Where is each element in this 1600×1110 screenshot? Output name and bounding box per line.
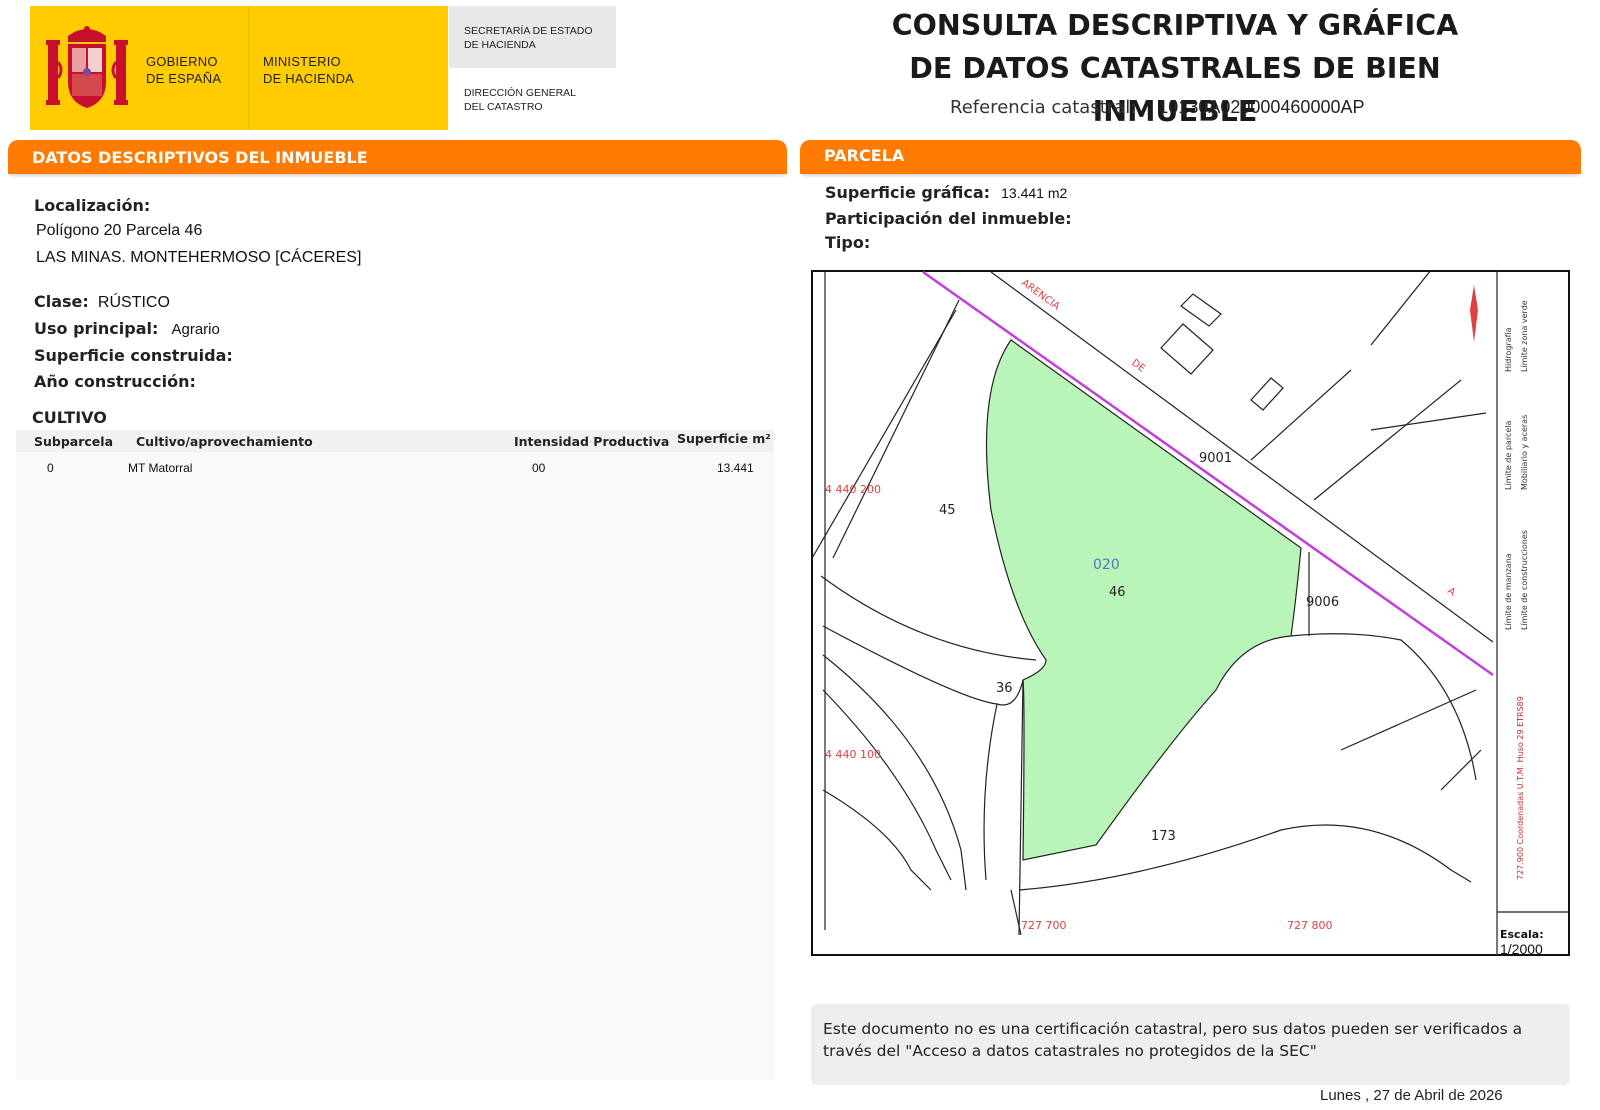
parcel-section-header: PARCELA [800, 140, 1581, 174]
ref-label: Referencia catastral: [950, 97, 1137, 118]
map-label-9001: 9001 [1199, 451, 1232, 466]
type-label: Tipo: [825, 233, 871, 252]
building-outlines [1160, 293, 1284, 411]
legend-block-limit: Límite de manzana [1504, 553, 1513, 630]
cadastral-map-drawing: 45 020 46 36 173 9001 9006 ARENCIA DE A … [811, 270, 1570, 956]
disclaimer-line2: través del "Acceso a datos catastrales n… [823, 1042, 1317, 1060]
legend-furniture: Mobiliario y aceras [1520, 415, 1529, 490]
scale-label: Escala: [1500, 928, 1544, 941]
location-line1: Polígono 20 Parcela 46 [36, 222, 203, 239]
direccion-line2: DEL CATASTRO [464, 101, 543, 113]
gobierno-line1: GOBIERNO [146, 54, 218, 69]
direccion-line1: DIRECCIÓN GENERAL [464, 87, 577, 99]
ministerio-line2: DE HACIENDA [263, 71, 355, 86]
legend-building-limit: Límite de construcciones [1520, 530, 1529, 630]
table-cell-cultivo: MT Matorral [128, 461, 193, 475]
map-label-36: 36 [996, 681, 1013, 696]
document-date: Lunes , 27 de Abril de 2026 [1320, 1087, 1503, 1104]
map-coord-y2: 4 440 100 [825, 748, 881, 761]
secretaria-line1: SECRETARÍA DE ESTADO [464, 25, 593, 37]
col-cultivo: Cultivo/aprovechamiento [136, 434, 313, 449]
cadastral-reference: Referencia catastral: 10130A020000460000A… [950, 97, 1364, 118]
coat-of-arms-icon [46, 26, 128, 108]
map-road-name-2: DE [1129, 358, 1147, 375]
legend-green-zone: Límite zona verde [1520, 300, 1529, 372]
descriptive-section-header: DATOS DESCRIPTIVOS DEL INMUEBLE [8, 140, 787, 174]
legend-parcel-limit: Límite de parcela [1504, 421, 1513, 490]
class-value: RÚSTICO [97, 294, 170, 311]
crop-heading: CULTIVO [32, 408, 107, 427]
col-intensidad: Intensidad Productiva [514, 434, 670, 449]
table-cell-subparcela: 0 [47, 461, 54, 475]
map-label-9006: 9006 [1306, 595, 1339, 610]
class-label: Clase: [34, 292, 89, 311]
parcel-46-polygon [985, 339, 1302, 861]
ref-value: 10130A020000460000AP [1158, 97, 1365, 117]
map-coord-y1: 4 440 200 [825, 483, 881, 496]
secretaria-line2: DE HACIENDA [464, 39, 536, 51]
map-label-46: 46 [1109, 585, 1126, 600]
table-cell-superficie: 13.441 [717, 461, 754, 475]
use-label: Uso principal: [34, 319, 159, 338]
ministerio-line1: MINISTERIO [263, 54, 341, 69]
logo-divider [248, 6, 249, 130]
legend-hydrography: Hidrografía [1504, 327, 1513, 372]
use-row: Uso principal: Agrario [34, 319, 220, 338]
legend-coordinates: 727.900 Coordenadas U.T.M. Huso 29 ETRS8… [1516, 696, 1525, 880]
location-line2: LAS MINAS. MONTEHERMOSO [CÁCERES] [36, 249, 362, 266]
north-arrow-icon [1470, 285, 1478, 342]
use-value: Agrario [171, 321, 220, 338]
surface-row: Superficie gráfica: 13.441 m2 [825, 183, 1067, 202]
map-label-45: 45 [939, 503, 956, 518]
scale-value: 1/2000 [1500, 941, 1543, 957]
built-surface-label: Superficie construida: [34, 346, 233, 365]
year-label: Año construcción: [34, 372, 196, 391]
map-label-173: 173 [1151, 829, 1176, 844]
title-line2: DE DATOS CATASTRALES DE BIEN INMUEBLE [909, 52, 1441, 128]
map-coord-x2: 727 800 [1287, 919, 1333, 932]
map-road-name-1: ARENCIA [1019, 278, 1061, 313]
crop-table [16, 430, 774, 1080]
share-label: Participación del inmueble: [825, 209, 1072, 228]
surface-label: Superficie gráfica: [825, 183, 991, 202]
map-coord-x1: 727 700 [1021, 919, 1067, 932]
table-cell-intensidad: 00 [532, 461, 546, 475]
map-label-020: 020 [1093, 557, 1120, 573]
location-label: Localización: [34, 196, 151, 215]
col-subparcela: Subparcela [34, 434, 114, 449]
surface-value: 13.441 m2 [1001, 185, 1068, 201]
col-superficie: Superficie m² [677, 431, 771, 446]
map-road-name-3: A [1445, 586, 1457, 599]
class-row: Clase: RÚSTICO [34, 292, 170, 312]
disclaimer-line1: Este documento no es una certificación c… [823, 1020, 1523, 1038]
gobierno-line2: DE ESPAÑA [146, 71, 222, 86]
title-line1: CONSULTA DESCRIPTIVA Y GRÁFICA [891, 9, 1459, 42]
disclaimer-note: Este documento no es una certificación c… [811, 1004, 1570, 1085]
